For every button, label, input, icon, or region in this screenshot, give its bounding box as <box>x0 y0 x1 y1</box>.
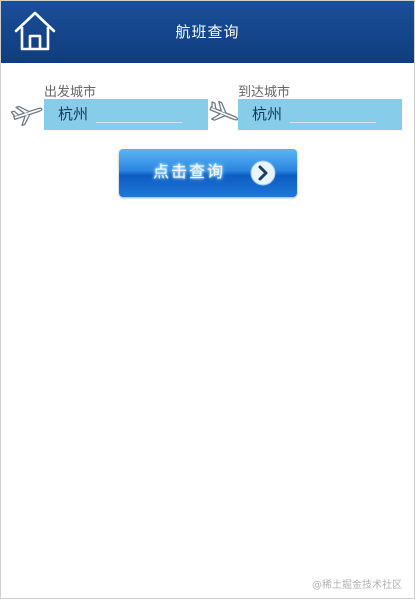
departure-city-field[interactable]: 杭州 <box>44 99 208 130</box>
departure-city-value: 杭州 <box>58 105 89 123</box>
departure-label: 出发城市 <box>44 85 97 100</box>
field-underline <box>96 122 182 123</box>
arrival-city-value: 杭州 <box>252 105 283 123</box>
chevron-right-circle-icon <box>250 160 276 186</box>
airplane-landing-icon <box>209 100 239 121</box>
page-title: 航班查询 <box>175 23 240 41</box>
search-button[interactable]: 点击查询 <box>119 149 297 197</box>
app-window: 航班查询 出发城市 杭州 到达城市 杭州 点击查询 @稀土掘金技术社区 <box>0 0 415 599</box>
header-bar: 航班查询 <box>1 1 414 63</box>
field-underline <box>290 122 376 123</box>
search-button-label: 点击查询 <box>153 162 226 181</box>
arrival-label: 到达城市 <box>238 85 291 100</box>
airplane-takeoff-icon <box>11 105 43 127</box>
watermark: @稀土掘金技术社区 <box>312 580 402 591</box>
arrival-city-field[interactable]: 杭州 <box>238 99 402 130</box>
